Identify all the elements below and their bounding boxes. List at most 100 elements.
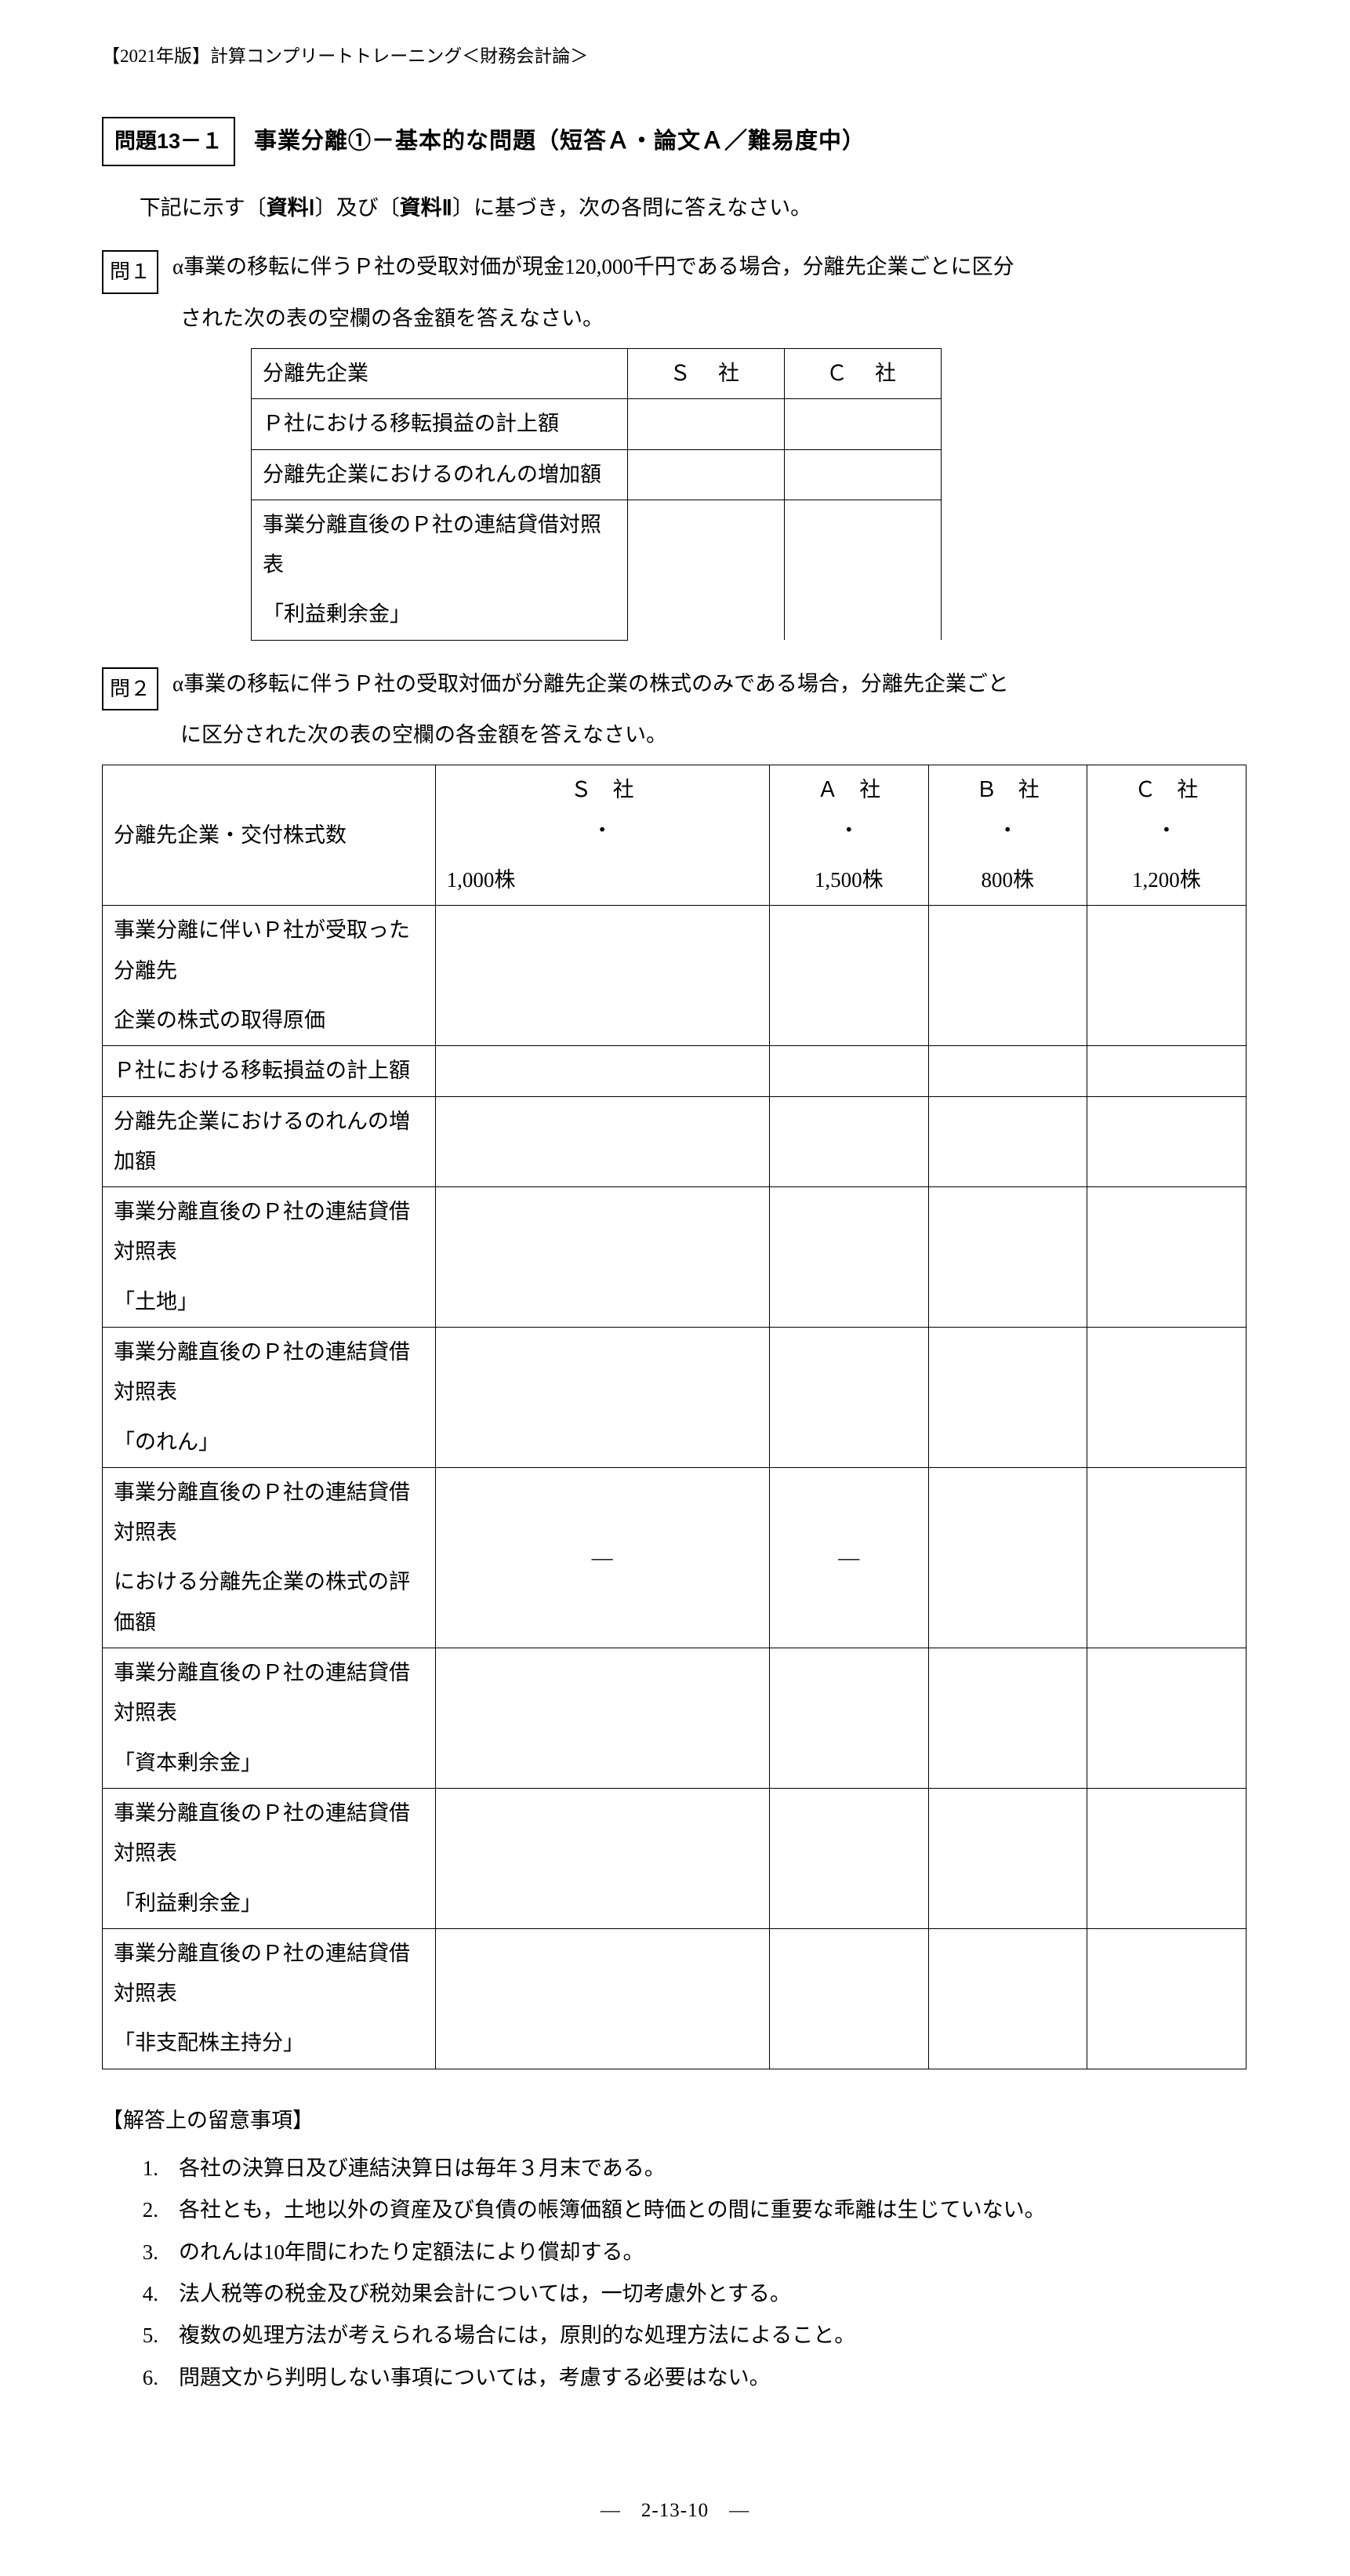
- question-1-text: α事業の移転に伴うＰ社の受取対価が現金120,000千円である場合，分離先企業ご…: [172, 247, 1248, 287]
- t2-r4-a: [769, 1187, 928, 1328]
- t2-r9b: 「非支配株主持分」: [103, 2018, 436, 2069]
- t1-row2-s: [628, 449, 785, 500]
- t2-r2-c: [1087, 1046, 1246, 1096]
- t2-r2a: Ｐ社における移転損益の計上額: [103, 1046, 436, 1096]
- note-4: 4.法人税等の税金及び税効果会計については，一切考慮外とする。: [135, 2274, 1248, 2314]
- t2-r6-a: ―: [769, 1467, 928, 1648]
- separator-dot: ・: [838, 819, 859, 842]
- t2-r9-s: [435, 1928, 769, 2069]
- problem-title-row: 問題13－１ 事業分離①－基本的な問題（短答Ａ・論文Ａ／難易度中）: [102, 117, 1248, 166]
- t2-col-c-name: Ｃ 社・: [1087, 765, 1246, 856]
- note-1-text: 各社の決算日及び連結決算日は毎年３月末である。: [179, 2149, 666, 2189]
- note-2-text: 各社とも，土地以外の資産及び負債の帳簿価額と時価との間に重要な乖離は生じていない…: [179, 2190, 1046, 2230]
- bold-ref-1: 資料Ⅰ: [267, 196, 315, 220]
- t2-r1-s: [435, 906, 769, 1046]
- t2-r5-b: [928, 1328, 1087, 1468]
- table-1: 分離先企業 Ｓ 社 Ｃ 社 Ｐ社における移転損益の計上額 分離先企業におけるのれ…: [251, 348, 942, 641]
- notes-title: 【解答上の留意事項】: [102, 2101, 1248, 2141]
- lead-paragraph: 下記に示す〔資料Ⅰ〕及び〔資料Ⅱ〕に基づき，次の各問に答えなさい。: [116, 188, 1248, 228]
- t2-r1b: 企業の株式の取得原価: [103, 996, 436, 1046]
- question-2-text: α事業の移転に伴うＰ社の受取対価が分離先企業の株式のみである場合，分離先企業ごと: [172, 664, 1248, 704]
- t2-r6a: 事業分離直後のＰ社の連結貸借対照表: [103, 1467, 436, 1557]
- t2-r2-s: [435, 1046, 769, 1096]
- t2-r8-b: [928, 1788, 1087, 1928]
- t2-r3-s: [435, 1096, 769, 1187]
- t2-r3-a: [769, 1096, 928, 1187]
- t2-r8b: 「利益剰余金」: [103, 1879, 436, 1929]
- t2-r5a: 事業分離直後のＰ社の連結貸借対照表: [103, 1328, 436, 1418]
- t2-col-s-name-text: Ｓ 社: [571, 778, 634, 801]
- t1-row3a-label: 事業分離直後のＰ社の連結貸借対照表: [252, 500, 628, 590]
- t1-row3b-label: 「利益剰余金」: [252, 590, 628, 640]
- t2-r3-b: [928, 1096, 1087, 1187]
- t2-r2-b: [928, 1046, 1087, 1096]
- t2-col-c-name-text: Ｃ 社: [1134, 778, 1198, 801]
- separator-dot: ・: [1156, 819, 1177, 842]
- t2-r8a: 事業分離直後のＰ社の連結貸借対照表: [103, 1788, 436, 1878]
- question-1-row: 問１ α事業の移転に伴うＰ社の受取対価が現金120,000千円である場合，分離先…: [102, 247, 1248, 293]
- t2-r9-b: [928, 1928, 1087, 2069]
- t2-col-s-name: Ｓ 社・: [435, 765, 769, 856]
- separator-dot: ・: [997, 819, 1018, 842]
- t2-r8-c: [1087, 1788, 1246, 1928]
- table-2: 分離先企業・交付株式数 Ｓ 社・ Ａ 社・ Ｂ 社・ Ｃ 社・ 1,000株 1…: [102, 765, 1247, 2069]
- t2-header-label: 分離先企業・交付株式数: [103, 765, 436, 906]
- note-6: 6.問題文から判明しない事項については，考慮する必要はない。: [135, 2358, 1248, 2398]
- t1-row1-c: [785, 399, 942, 449]
- t2-r5-a: [769, 1328, 928, 1468]
- t2-r7-s: [435, 1648, 769, 1789]
- t1-row1-s: [628, 399, 785, 449]
- t2-r4b: 「土地」: [103, 1277, 436, 1328]
- page-number: ― 2-13-10 ―: [102, 2492, 1248, 2530]
- note-4-text: 法人税等の税金及び税効果会計については，一切考慮外とする。: [179, 2274, 791, 2314]
- note-3: 3.のれんは10年間にわたり定額法により償却する。: [135, 2233, 1248, 2273]
- t1-row3-c: [785, 500, 942, 640]
- question-2-box: 問２: [102, 667, 158, 710]
- notes-list: 1.各社の決算日及び連結決算日は毎年３月末である。 2.各社とも，土地以外の資産…: [135, 2149, 1248, 2398]
- t2-r1-b: [928, 906, 1087, 1046]
- t2-r6-s: ―: [435, 1467, 769, 1648]
- t2-r3-c: [1087, 1096, 1246, 1187]
- t2-r3a: 分離先企業におけるのれんの増加額: [103, 1096, 436, 1187]
- note-1: 1.各社の決算日及び連結決算日は毎年３月末である。: [135, 2149, 1248, 2189]
- t2-r7-b: [928, 1648, 1087, 1789]
- problem-number-box: 問題13－１: [102, 117, 235, 166]
- t2-r7a: 事業分離直後のＰ社の連結貸借対照表: [103, 1648, 436, 1739]
- note-2: 2.各社とも，土地以外の資産及び負債の帳簿価額と時価との間に重要な乖離は生じてい…: [135, 2190, 1248, 2230]
- question-2-row: 問２ α事業の移転に伴うＰ社の受取対価が分離先企業の株式のみである場合，分離先企…: [102, 664, 1248, 710]
- t2-r6-c: [1087, 1467, 1246, 1648]
- note-5-text: 複数の処理方法が考えられる場合には，原則的な処理方法によること。: [179, 2316, 855, 2356]
- t2-r7-a: [769, 1648, 928, 1789]
- t2-r8-s: [435, 1788, 769, 1928]
- t2-r6-b: [928, 1467, 1087, 1648]
- t2-r5-c: [1087, 1328, 1246, 1468]
- t2-r5-s: [435, 1328, 769, 1468]
- t2-col-c-shares: 1,200株: [1087, 856, 1246, 906]
- t1-header-s: Ｓ 社: [628, 348, 785, 398]
- t2-r9a: 事業分離直後のＰ社の連結貸借対照表: [103, 1928, 436, 2018]
- t2-col-b-shares: 800株: [928, 856, 1087, 906]
- bold-ref-2: 資料Ⅱ: [400, 196, 452, 220]
- t2-r4-s: [435, 1187, 769, 1328]
- t2-r4a: 事業分離直後のＰ社の連結貸借対照表: [103, 1187, 436, 1277]
- t2-r7b: 「資本剰余金」: [103, 1739, 436, 1789]
- question-1-continuation: された次の表の空欄の各金額を答えなさい。: [180, 299, 1248, 339]
- t2-r2-a: [769, 1046, 928, 1096]
- t2-r5b: 「のれん」: [103, 1418, 436, 1468]
- t2-r8-a: [769, 1788, 928, 1928]
- t2-r4-b: [928, 1187, 1087, 1328]
- t2-col-a-name: Ａ 社・: [769, 765, 928, 856]
- t2-r7-c: [1087, 1648, 1246, 1789]
- note-6-text: 問題文から判明しない事項については，考慮する必要はない。: [179, 2358, 771, 2398]
- t2-r6b: における分離先企業の株式の評価額: [103, 1557, 436, 1648]
- t1-header-c: Ｃ 社: [785, 348, 942, 398]
- t1-row3-s: [628, 500, 785, 640]
- t1-header-company: 分離先企業: [252, 348, 628, 398]
- t1-row2-c: [785, 449, 942, 500]
- question-1-box: 問１: [102, 250, 158, 293]
- t1-row1-label: Ｐ社における移転損益の計上額: [252, 399, 628, 449]
- t2-col-s-shares: 1,000株: [435, 856, 769, 906]
- t1-row2-label: 分離先企業におけるのれんの増加額: [252, 449, 628, 500]
- t2-r1a: 事業分離に伴いＰ社が受取った分離先: [103, 906, 436, 996]
- question-2-continuation: に区分された次の表の空欄の各金額を答えなさい。: [180, 715, 1248, 755]
